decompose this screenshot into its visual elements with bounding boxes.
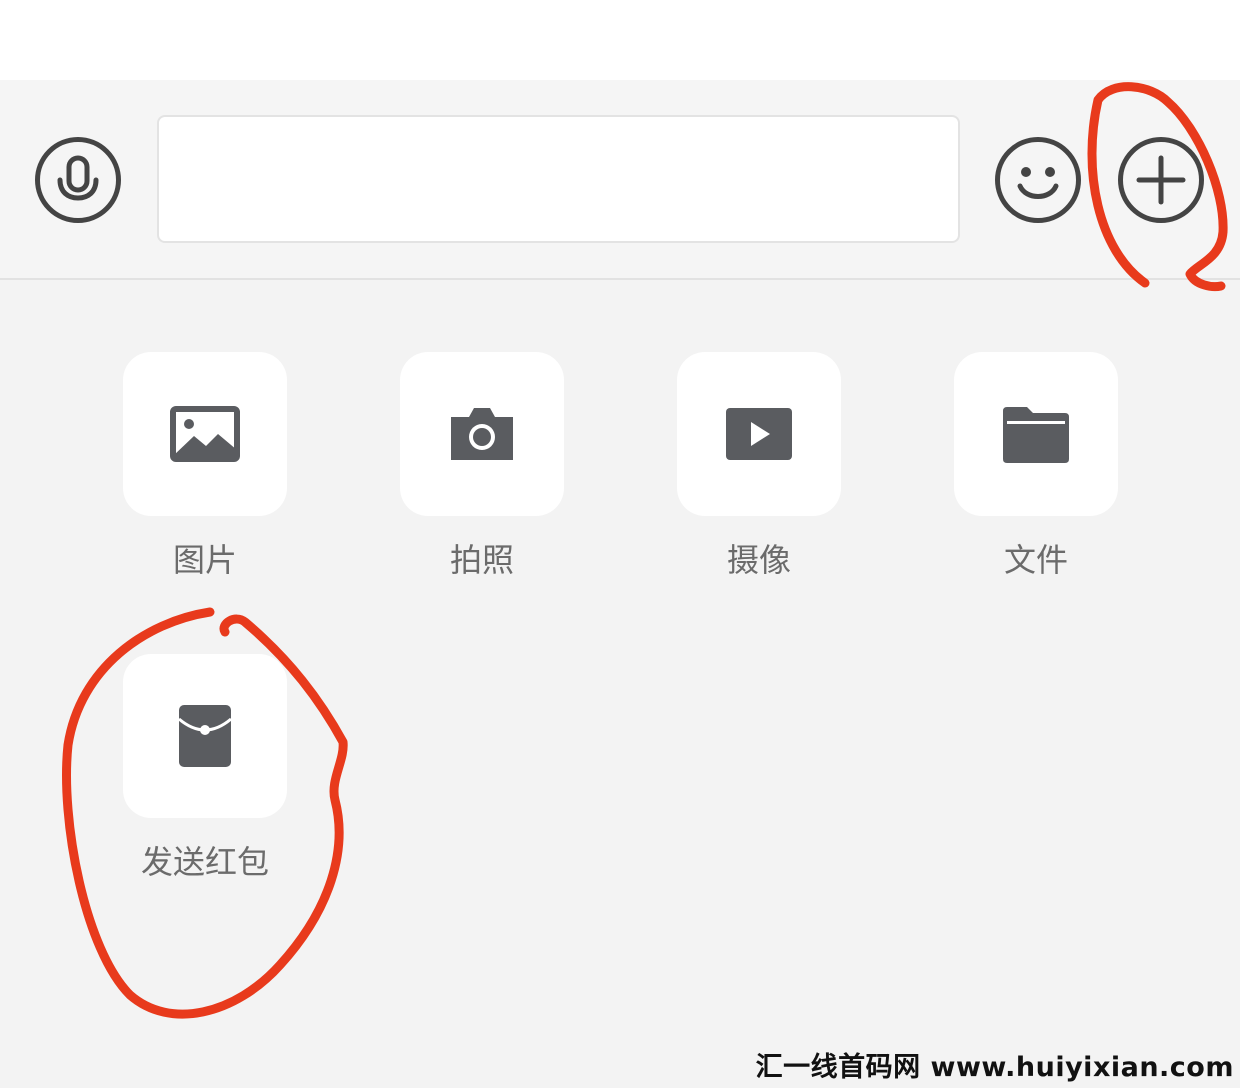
camera-button[interactable] — [400, 352, 564, 516]
plus-circle-icon — [1136, 155, 1186, 205]
video-label: 摄像 — [726, 541, 791, 579]
folder-icon — [1003, 407, 1069, 463]
photo-button[interactable] — [123, 352, 287, 516]
red-packet-label: 发送红包 — [140, 843, 269, 881]
camera-icon — [451, 408, 513, 460]
red-packet-button[interactable] — [123, 654, 287, 818]
camera-label: 拍照 — [449, 541, 514, 579]
top-blank-area — [0, 0, 1240, 80]
message-input[interactable] — [157, 115, 960, 243]
video-button[interactable] — [677, 352, 841, 516]
video-icon — [726, 408, 792, 460]
watermark: 汇一线首码网 www.huiyixian.com — [755, 1052, 1234, 1083]
microphone-icon — [57, 155, 99, 201]
image-icon — [170, 406, 240, 462]
file-button[interactable] — [954, 352, 1118, 516]
red-packet-icon — [178, 705, 232, 767]
file-label: 文件 — [1003, 541, 1068, 579]
emoji-button[interactable] — [995, 137, 1081, 223]
voice-button[interactable] — [35, 137, 121, 223]
more-button[interactable] — [1118, 137, 1204, 223]
smiley-icon — [1017, 167, 1059, 199]
photo-label: 图片 — [172, 541, 237, 579]
